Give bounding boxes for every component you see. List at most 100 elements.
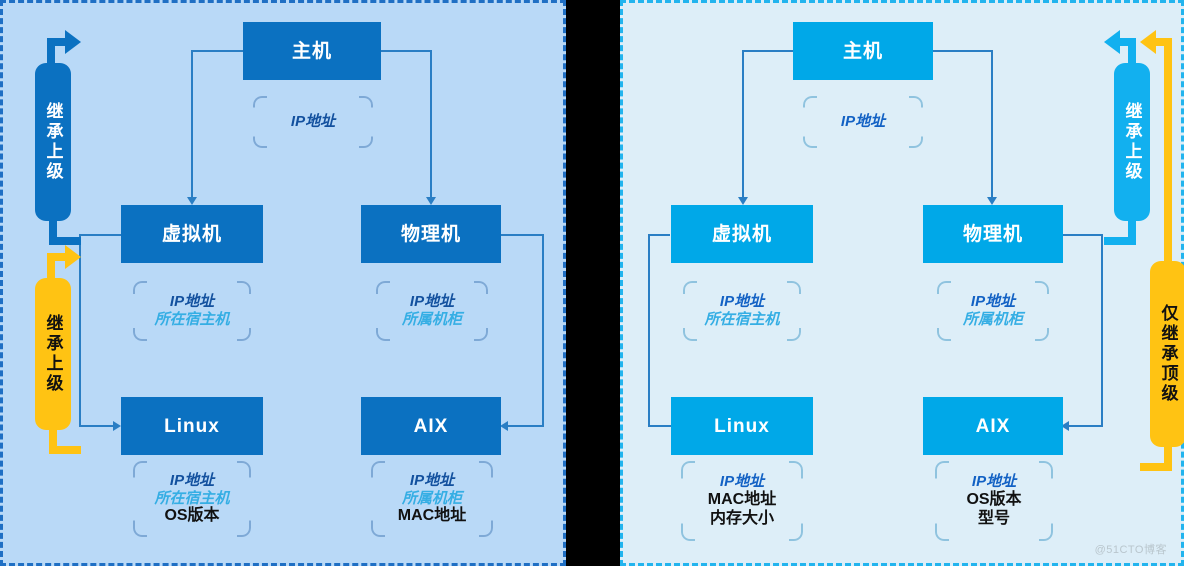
arrow-into-vm	[738, 197, 748, 205]
node-physical[interactable]: 物理机	[923, 205, 1063, 263]
bracket-right-icon	[359, 96, 373, 148]
connector-physical-to-aix-vertical	[1101, 234, 1103, 426]
bracket-right-icon	[789, 461, 803, 541]
arrow-into-physical	[987, 197, 997, 205]
diagram-canvas: 主机 IP地址 虚拟机 IP地址 所在宿主机 物理机 IP地址 所属机柜 Lin…	[0, 0, 1184, 566]
connector-vm-to-linux-vertical	[648, 234, 650, 426]
attr-item: 所在宿主机	[154, 489, 230, 507]
bracket-left-icon	[935, 461, 949, 541]
attr-item: 内存大小	[709, 509, 774, 527]
inherit-bar-1: 继承上级	[35, 63, 71, 221]
inherit-bar-1-tail-elbow	[1104, 237, 1136, 245]
inherit-bar-2-tail-elbow	[1140, 463, 1172, 471]
inherit-bar-1-label: 继承上级	[1122, 102, 1142, 182]
bracket-left-icon	[683, 281, 697, 341]
node-vm[interactable]: 虚拟机	[121, 205, 263, 263]
attr-item: 所属机柜	[401, 311, 462, 328]
connector-aix-right-in	[508, 425, 544, 427]
watermark: @51CTO博客	[1094, 544, 1167, 556]
inherit-bar-2: 仅继承顶级	[1150, 261, 1184, 447]
attr-item: OS版本	[966, 490, 1022, 508]
attrs-aix: IP地址 OS版本 型号	[935, 461, 1053, 541]
attrs-physical: IP地址 所属机柜	[376, 281, 488, 341]
inherit-bar-2-elbow	[1156, 38, 1172, 46]
attr-item: OS版本	[164, 507, 220, 525]
connector-vm-left-out	[79, 234, 123, 236]
bracket-right-icon	[479, 461, 493, 537]
attr-item: IP地址	[719, 293, 765, 311]
attr-item: IP地址	[970, 293, 1016, 311]
bracket-left-icon	[681, 461, 695, 541]
inherit-bar-1-label: 继承上级	[43, 102, 63, 182]
left-panel: 主机 IP地址 虚拟机 IP地址 所在宿主机 物理机 IP地址 所属机柜 Lin…	[0, 0, 566, 566]
node-linux-label: Linux	[714, 415, 770, 437]
inherit-bar-2-arrowhead-icon	[65, 245, 81, 269]
attr-item: IP地址	[169, 293, 215, 311]
node-host[interactable]: 主机	[243, 22, 381, 80]
bracket-left-icon	[937, 281, 951, 341]
node-aix[interactable]: AIX	[923, 397, 1063, 455]
arrow-into-aix	[500, 421, 508, 431]
node-linux[interactable]: Linux	[121, 397, 263, 455]
attr-item: MAC地址	[707, 490, 777, 508]
inherit-bar-2-elbow	[47, 253, 67, 261]
bracket-right-icon	[909, 96, 923, 148]
node-vm[interactable]: 虚拟机	[671, 205, 813, 263]
attr-item: 所属机柜	[962, 311, 1023, 328]
arrow-into-vm	[187, 197, 197, 205]
inherit-bar-1-elbow	[1120, 38, 1136, 46]
arrow-into-linux	[113, 421, 121, 431]
attrs-physical: IP地址 所属机柜	[937, 281, 1049, 341]
attr-item: 型号	[977, 509, 1010, 527]
node-aix-label: AIX	[413, 415, 449, 437]
inherit-bar-2-label: 仅继承顶级	[1158, 304, 1178, 404]
bracket-left-icon	[803, 96, 817, 148]
inherit-bar-1-arrowhead-icon	[1104, 30, 1120, 54]
node-aix[interactable]: AIX	[361, 397, 501, 455]
connector-host-to-physical-vertical	[430, 50, 432, 198]
bracket-right-icon	[474, 281, 488, 341]
attr-item: 所在宿主机	[704, 311, 780, 328]
connector-vm-left-out	[648, 234, 670, 236]
connector-host-to-physical-vertical	[991, 50, 993, 198]
bracket-left-icon	[376, 281, 390, 341]
bracket-left-icon	[133, 281, 147, 341]
attrs-aix: IP地址 所属机柜 MAC地址	[371, 461, 493, 537]
attr-item: IP地址	[409, 293, 455, 311]
attrs-host: IP地址	[803, 96, 923, 148]
attrs-vm: IP地址 所在宿主机	[133, 281, 251, 341]
connector-host-to-vm-vertical	[742, 50, 744, 198]
inherit-bar-2-arrowhead-icon	[1140, 30, 1156, 54]
inherit-bar-1-tail-elbow	[49, 237, 81, 245]
node-host[interactable]: 主机	[793, 22, 933, 80]
attr-item: IP地址	[169, 471, 215, 489]
connector-physical-to-aix-vertical	[542, 234, 544, 426]
attr-item: IP地址	[290, 113, 336, 131]
bracket-right-icon	[237, 281, 251, 341]
attrs-host: IP地址	[253, 96, 373, 148]
bracket-right-icon	[237, 461, 251, 537]
inherit-bar-2-shaft	[1164, 38, 1172, 268]
inherit-bar-1-arrowhead-icon	[65, 30, 81, 54]
node-linux[interactable]: Linux	[671, 397, 813, 455]
attrs-vm: IP地址 所在宿主机	[683, 281, 801, 341]
node-physical[interactable]: 物理机	[361, 205, 501, 263]
attr-item: IP地址	[409, 471, 455, 489]
attr-item: 所属机柜	[401, 489, 462, 507]
connector-physical-right-out	[500, 234, 544, 236]
connector-physical-right-out	[1061, 234, 1103, 236]
inherit-bar-1: 继承上级	[1114, 63, 1150, 221]
attrs-linux: IP地址 MAC地址 内存大小	[681, 461, 803, 541]
attrs-linux: IP地址 所在宿主机 OS版本	[133, 461, 251, 537]
inherit-bar-2-tail-elbow	[49, 446, 81, 454]
connector-host-to-physical-horizontal	[931, 50, 993, 52]
bracket-right-icon	[787, 281, 801, 341]
node-vm-label: 虚拟机	[161, 223, 222, 245]
bracket-right-icon	[1035, 281, 1049, 341]
inherit-bar-1-elbow	[47, 38, 67, 46]
node-aix-label: AIX	[975, 415, 1011, 437]
right-panel: 主机 IP地址 虚拟机 IP地址 所在宿主机 物理机 IP地址 所属机柜 Lin…	[620, 0, 1184, 566]
attr-item: 所在宿主机	[154, 311, 230, 328]
node-host-label: 主机	[291, 40, 332, 62]
attr-item: IP地址	[971, 473, 1017, 491]
